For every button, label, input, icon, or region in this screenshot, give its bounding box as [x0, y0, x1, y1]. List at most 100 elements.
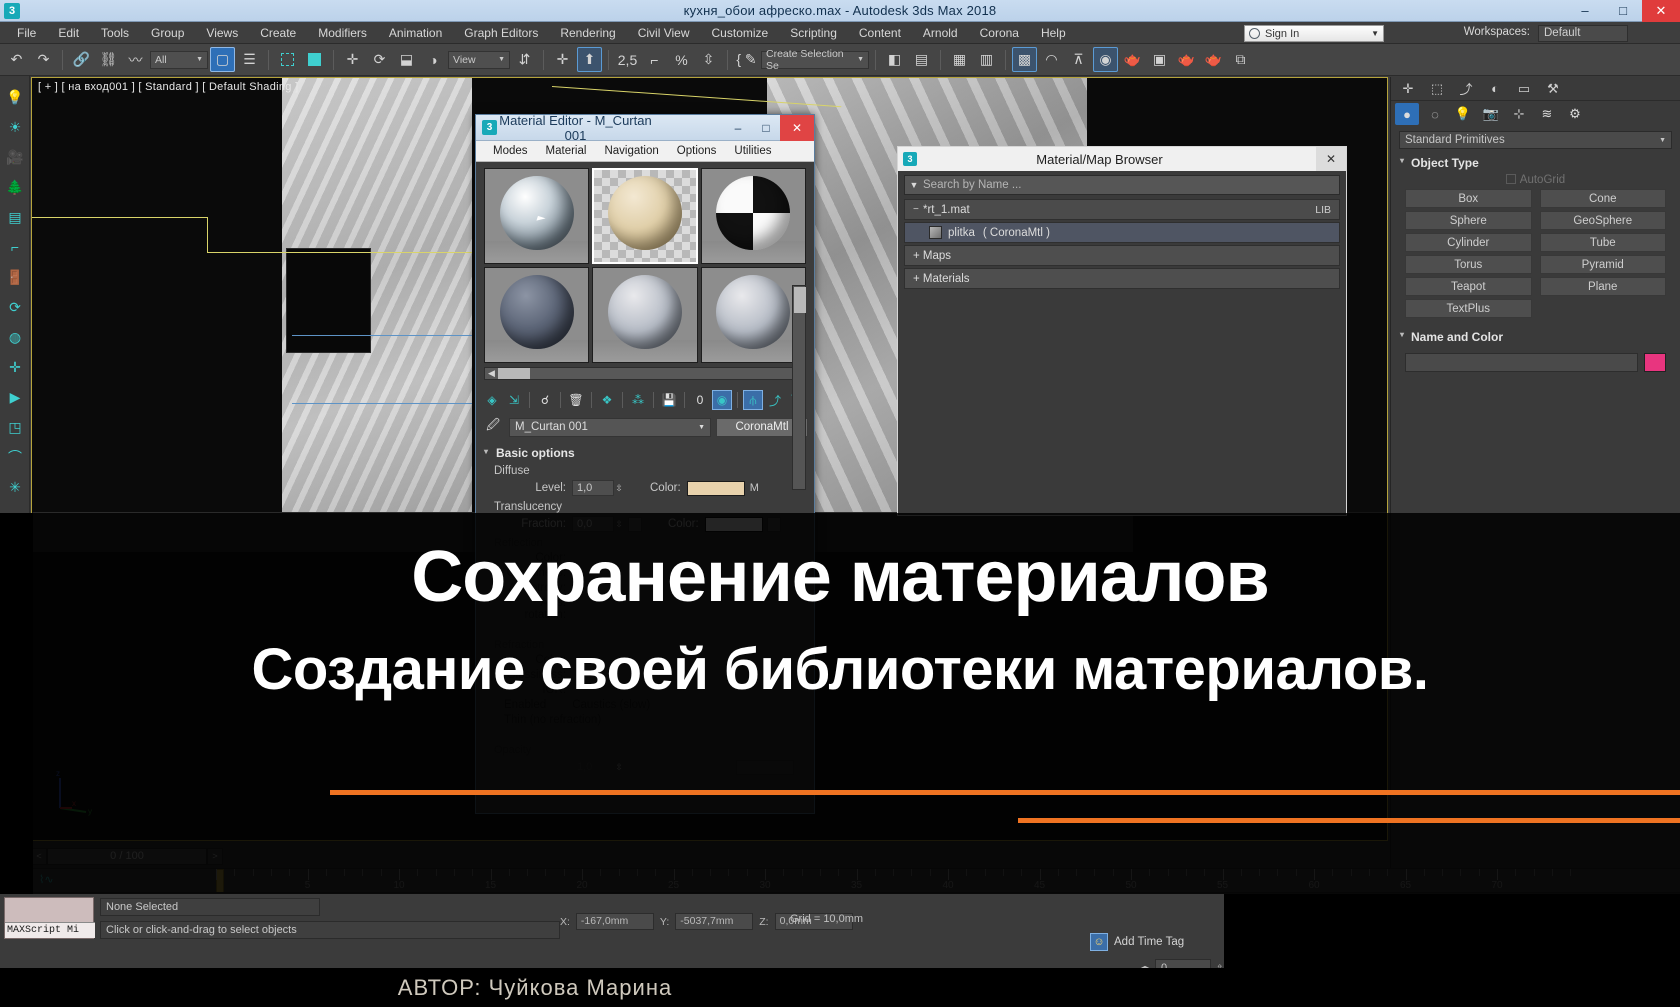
render-production-icon[interactable]: 🫖	[1174, 47, 1199, 72]
foliage-icon[interactable]: 🌲	[0, 172, 30, 202]
reset-map-icon[interactable]: 🗑	[566, 390, 586, 410]
create-cone-button[interactable]: Cone	[1540, 189, 1667, 208]
me-menu-material[interactable]: Material	[537, 145, 596, 157]
library-item-plitka[interactable]: plitka ( CoronaMtl )	[904, 222, 1340, 243]
percent-snap-toggle-icon[interactable]: ⌐	[642, 47, 667, 72]
minimize-icon[interactable]: –	[724, 115, 752, 141]
material-slot-4[interactable]	[484, 267, 589, 363]
curve-icon[interactable]: ⌒	[0, 442, 30, 472]
render-in-cloud-icon[interactable]: ⧉	[1228, 47, 1253, 72]
lights-icon[interactable]: 💡	[1451, 103, 1475, 125]
me-menu-navigation[interactable]: Navigation	[595, 145, 667, 157]
object-color-swatch[interactable]	[1644, 353, 1666, 372]
select-and-place-icon[interactable]: ◑	[421, 47, 446, 72]
eyedropper-icon[interactable]: 🖉	[482, 416, 504, 438]
create-pyramid-button[interactable]: Pyramid	[1540, 255, 1667, 274]
create-sphere-button[interactable]: Sphere	[1405, 211, 1532, 230]
light-icon[interactable]: 💡	[0, 82, 30, 112]
create-box-button[interactable]: Box	[1405, 189, 1532, 208]
close-icon[interactable]: ✕	[1316, 147, 1346, 171]
select-and-link-icon[interactable]: 🔗	[69, 47, 94, 72]
make-unique-icon[interactable]: ⁂	[628, 390, 648, 410]
tab-utilities[interactable]: ⚒	[1540, 79, 1566, 99]
geometry-icon[interactable]: ●	[1395, 103, 1419, 125]
create-geosphere-button[interactable]: GeoSphere	[1540, 211, 1667, 230]
maximize-icon[interactable]: □	[752, 115, 780, 141]
coord-x-input[interactable]: -167,0mm	[576, 913, 654, 930]
diffuse-map-button[interactable]: M	[750, 482, 759, 494]
select-object-icon[interactable]: ▢	[210, 47, 235, 72]
named-selection-set-dropdown[interactable]: Create Selection Se ▼	[761, 51, 869, 69]
make-material-copy-icon[interactable]: ❖	[597, 390, 617, 410]
menu-help[interactable]: Help	[1030, 23, 1077, 43]
menu-rendering[interactable]: Rendering	[549, 23, 626, 43]
me-menu-utilities[interactable]: Utilities	[725, 145, 780, 157]
maxscript-mini-listener[interactable]: MAXScript Mi	[4, 897, 94, 939]
material-slot-6[interactable]	[701, 267, 806, 363]
autogrid-checkbox[interactable]: AutoGrid	[1397, 173, 1674, 189]
render-setup-icon[interactable]: 🫖	[1120, 47, 1145, 72]
material-sphere-icon[interactable]: ◍	[0, 322, 30, 352]
curve-editor-icon[interactable]: ◠	[1039, 47, 1064, 72]
menu-views[interactable]: Views	[195, 23, 249, 43]
maps-group-row[interactable]: + Maps	[904, 245, 1340, 266]
tab-create[interactable]: ✛	[1395, 79, 1421, 99]
helper-icon[interactable]: ✳	[0, 472, 30, 502]
filter-dropdown-icon[interactable]: ▼	[905, 180, 923, 190]
material-name-input[interactable]: M_Curtan 001 ▼	[509, 418, 711, 437]
diffuse-level-input[interactable]: 1,0	[572, 480, 614, 496]
rotate-icon[interactable]: ⟳	[0, 292, 30, 322]
cameras-icon[interactable]: 📷	[1479, 103, 1503, 125]
rendered-frame-window-icon[interactable]: ▣	[1147, 47, 1172, 72]
menu-file[interactable]: File	[6, 23, 47, 43]
material-slot-2[interactable]	[592, 168, 697, 264]
name-and-color-header[interactable]: Name and Color	[1397, 327, 1674, 347]
helpers-icon[interactable]: ⊹	[1507, 103, 1531, 125]
rectangular-selection-region-icon[interactable]	[275, 47, 300, 72]
tab-motion[interactable]: ◐	[1482, 79, 1508, 99]
menu-modifiers[interactable]: Modifiers	[307, 23, 378, 43]
scrollbar-thumb[interactable]	[794, 287, 806, 313]
scrollbar-thumb[interactable]	[498, 368, 530, 379]
collapse-icon[interactable]: −	[913, 204, 923, 215]
use-pivot-point-center-icon[interactable]: ⇵	[512, 47, 537, 72]
select-and-rotate-icon[interactable]: ⟳	[367, 47, 392, 72]
spinner-updown-icon[interactable]: ⇳	[696, 47, 721, 72]
undo-icon[interactable]: ↶	[4, 47, 29, 72]
go-to-parent-icon[interactable]: ⤴	[765, 390, 785, 410]
sign-in-button[interactable]: Sign In ▼	[1244, 25, 1384, 42]
material-editor-icon[interactable]: ◉	[1093, 47, 1118, 72]
select-and-move-icon[interactable]: ✛	[340, 47, 365, 72]
selection-filter-dropdown[interactable]: All ▼	[150, 51, 208, 69]
snaps-toggle-icon[interactable]: ✛	[550, 47, 575, 72]
create-teapot-button[interactable]: Teapot	[1405, 277, 1532, 296]
angle-snap-toggle-icon[interactable]: 2,5	[615, 47, 640, 72]
object-type-header[interactable]: Object Type	[1397, 153, 1674, 173]
menu-scripting[interactable]: Scripting	[779, 23, 848, 43]
scroll-left-icon[interactable]: ◀	[485, 368, 498, 379]
spinner-snap-toggle-icon[interactable]: %	[669, 47, 694, 72]
create-cylinder-button[interactable]: Cylinder	[1405, 233, 1532, 252]
menu-arnold[interactable]: Arnold	[912, 23, 969, 43]
mirror-icon[interactable]: ◧	[882, 47, 907, 72]
redo-icon[interactable]: ↷	[31, 47, 56, 72]
bind-to-space-warp-icon[interactable]: 〰	[123, 47, 148, 72]
me-menu-modes[interactable]: Modes	[484, 145, 537, 157]
workspaces-select[interactable]: Default	[1538, 25, 1628, 42]
menu-corona[interactable]: Corona	[969, 23, 1030, 43]
materials-group-row[interactable]: + Materials	[904, 268, 1340, 289]
stairs-icon[interactable]: ⌐	[0, 232, 30, 262]
play-icon[interactable]: ▶	[0, 382, 30, 412]
door-icon[interactable]: 🚪	[0, 262, 30, 292]
material-effects-channel-icon[interactable]: 0	[690, 390, 710, 410]
sun-positioner-icon[interactable]: ☀	[0, 112, 30, 142]
add-time-tag-control[interactable]: ☺ Add Time Tag	[1090, 933, 1184, 951]
create-plane-button[interactable]: Plane	[1540, 277, 1667, 296]
window-crossing-icon[interactable]	[302, 47, 327, 72]
systems-icon[interactable]: ⚙	[1563, 103, 1587, 125]
me-menu-options[interactable]: Options	[668, 145, 726, 157]
tab-display[interactable]: ▭	[1511, 79, 1537, 99]
railing-icon[interactable]: ▤	[0, 202, 30, 232]
create-tube-button[interactable]: Tube	[1540, 233, 1667, 252]
menu-group[interactable]: Group	[140, 23, 195, 43]
